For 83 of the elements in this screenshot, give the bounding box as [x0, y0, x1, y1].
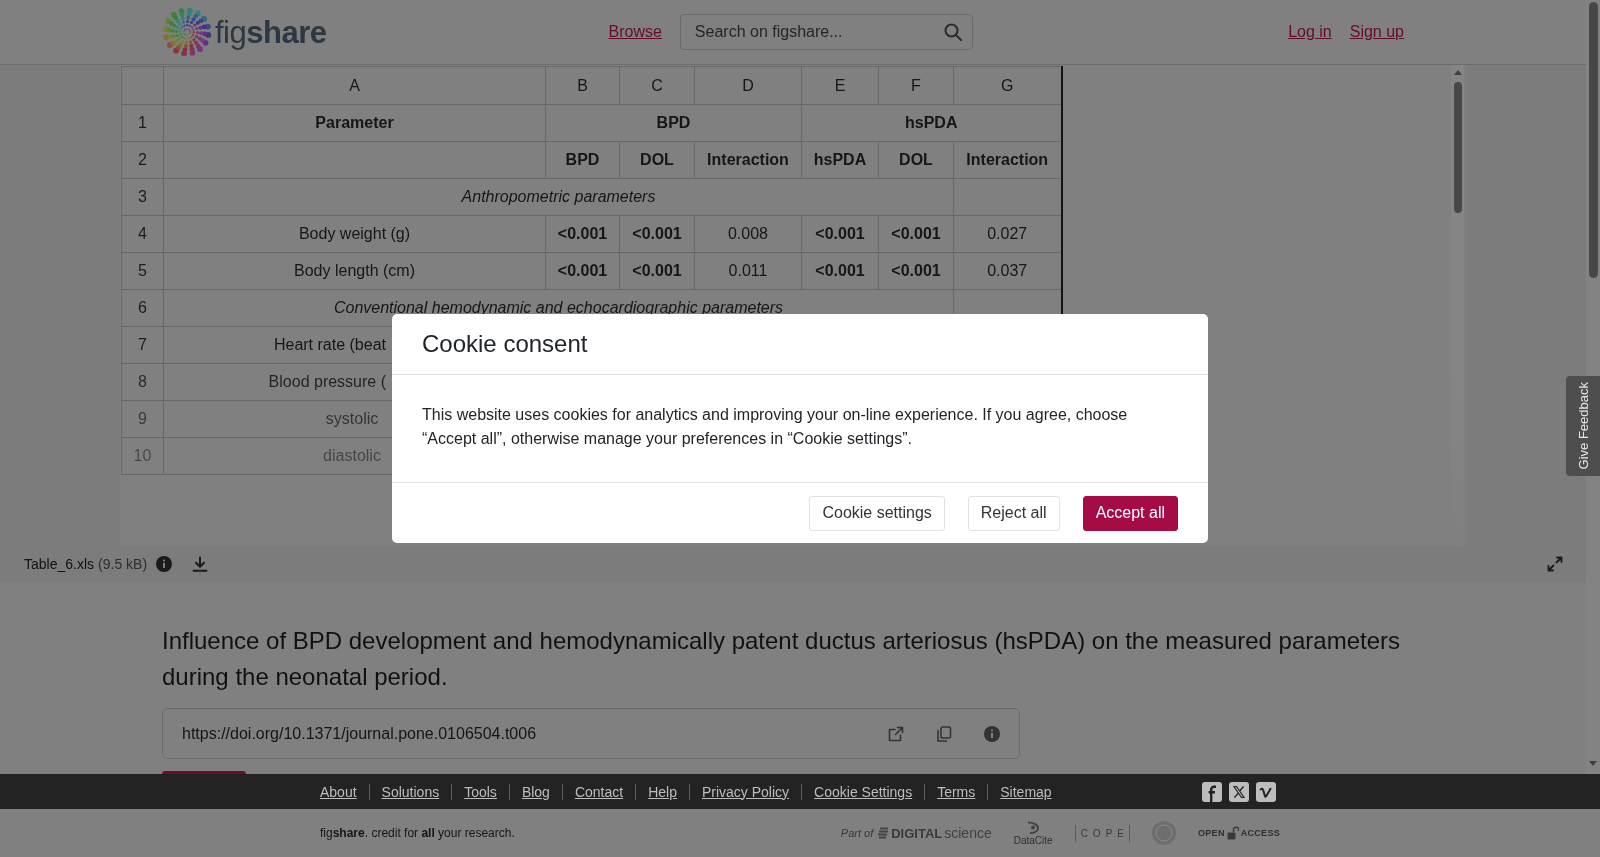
footer-link[interactable]: Solutions — [381, 783, 440, 800]
table-cell: DOL — [878, 141, 954, 179]
table-cell: 0.011 — [694, 252, 802, 290]
table-cell: <0.001 — [545, 215, 620, 253]
x-logo-icon[interactable] — [1229, 781, 1249, 802]
footer-link[interactable]: Privacy Policy — [701, 783, 790, 800]
table-cell: BPD — [545, 141, 620, 179]
column-header: A — [163, 66, 546, 105]
footer-link[interactable]: Terms — [937, 783, 976, 800]
partner-logo-link[interactable]: OPEN ACCESS — [1197, 826, 1280, 840]
table-cell: Interaction — [694, 141, 802, 179]
search-icon[interactable] — [943, 23, 962, 41]
row-number: 4 — [121, 215, 164, 253]
partner-logo-link[interactable]: DataCite — [1013, 820, 1053, 846]
swirl-icon — [1025, 820, 1042, 835]
feedback-button[interactable]: Give Feedback — [1566, 376, 1600, 476]
footer-link[interactable]: Contact — [574, 783, 624, 800]
open-padlock-icon — [1226, 826, 1239, 840]
scrollbar-thumb[interactable] — [1588, 2, 1598, 278]
stripes-icon — [877, 827, 890, 839]
expand-icon[interactable] — [1547, 556, 1563, 572]
item-title: Influence of BPD development and hemodynamically patent ductus arteriosus (hsPDA) on the measured parameters during the neonatal period. — [162, 626, 1401, 692]
dialog-message: This website uses cookies for analytics and improving your on-line experience. If you agree, choose “Accept all”, otherwise manage your preferences in “Cookie settings”. — [421, 405, 1129, 449]
parameter-label: Heart rate (beat — [273, 336, 386, 354]
column-header: C — [619, 66, 695, 105]
dialog-title: Cookie consent — [422, 330, 588, 358]
table-cell: Parameter — [163, 104, 546, 142]
row-number: 8 — [121, 363, 164, 401]
column-header: E — [801, 66, 879, 105]
row-number: 9 — [121, 400, 164, 438]
table-cell: hsPDA — [801, 141, 879, 179]
row-number: 6 — [121, 289, 164, 327]
column-header: F — [878, 66, 954, 105]
table-cell: Anthropometric parameters — [163, 178, 954, 216]
table-cell: <0.001 — [619, 252, 695, 290]
column-header: D — [694, 66, 802, 105]
doi-link[interactable]: https://doi.org/10.1371/journal.pone.0106504.t006 — [182, 724, 856, 743]
vimeo-icon[interactable] — [1256, 781, 1276, 802]
file-size: (9.5 kB) — [98, 556, 148, 572]
dialog-button[interactable]: Reject all — [967, 495, 1060, 531]
table-cell: <0.001 — [878, 252, 954, 290]
down-arrow-icon[interactable] — [1589, 761, 1597, 766]
dialog-button[interactable]: Accept all — [1082, 495, 1178, 531]
facebook-icon[interactable] — [1202, 781, 1222, 802]
column-header: B — [545, 66, 620, 105]
footer-link[interactable]: Tools — [464, 783, 497, 800]
footer-link[interactable]: Help — [648, 783, 677, 800]
info-icon[interactable] — [984, 725, 1000, 742]
parameter-label: Blood pressure ( — [268, 373, 386, 391]
parameter-label: systolic — [325, 410, 379, 428]
footer-link[interactable]: Cookie Settings — [814, 783, 913, 800]
file-name: Table_6.xls — [24, 556, 95, 572]
external-link-icon[interactable] — [888, 725, 904, 742]
row-number: 2 — [121, 141, 164, 179]
dot-spiral-icon — [162, 7, 212, 57]
footer-link[interactable]: About — [320, 783, 357, 800]
tagline: figshare. credit for all your research. — [320, 826, 515, 840]
up-arrow-icon[interactable] — [1453, 70, 1462, 75]
table-cell: <0.001 — [801, 252, 879, 290]
row-number: 1 — [121, 104, 164, 142]
scrollbar-thumb[interactable] — [1453, 82, 1462, 213]
table-cell: DOL — [619, 141, 695, 179]
table-cell: Body weight (g) — [163, 215, 546, 253]
table-cell: Body length (cm) — [163, 252, 546, 290]
table-cell: <0.001 — [878, 215, 954, 253]
table-cell: <0.001 — [619, 215, 695, 253]
parameter-label: diastolic — [323, 447, 381, 465]
download-icon[interactable] — [192, 556, 209, 572]
table-cell: BPD — [545, 104, 802, 142]
dialog-button[interactable]: Cookie settings — [809, 495, 945, 531]
copy-icon[interactable] — [936, 725, 952, 742]
column-header: G — [953, 66, 1062, 105]
table-cell: <0.001 — [801, 215, 879, 253]
footer-link[interactable]: Blog — [521, 783, 550, 800]
footer-link[interactable]: Sitemap — [1000, 783, 1052, 800]
row-number: 7 — [121, 326, 164, 364]
table-cell: <0.001 — [545, 252, 620, 290]
info-icon[interactable] — [156, 556, 173, 572]
row-number: 3 — [121, 178, 164, 216]
row-number: 10 — [121, 437, 164, 475]
search-field[interactable]: Search on figshare... — [679, 14, 973, 50]
row-number: 5 — [121, 252, 164, 290]
table-cell: 0.008 — [694, 215, 802, 253]
